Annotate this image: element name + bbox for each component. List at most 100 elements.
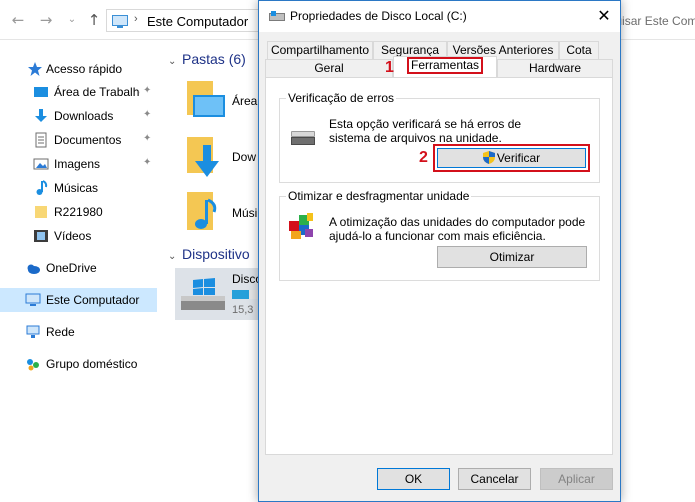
sidebar-item-label: Imagens	[54, 157, 101, 171]
sidebar-item-desktop[interactable]: Área de Trabalho ✦	[0, 81, 157, 103]
tab-sharing[interactable]: Compartilhamento	[267, 41, 373, 59]
dialog-title: Propriedades de Disco Local (C:)	[290, 9, 467, 23]
cancel-button-label: Cancelar	[470, 472, 519, 486]
download-icon	[35, 109, 47, 122]
star-icon	[28, 62, 42, 76]
folder-label: Músi	[232, 206, 258, 220]
sidebar-item-label: Grupo doméstico	[46, 357, 138, 371]
tab-hardware[interactable]: Hardware	[497, 59, 613, 77]
hard-drive-icon	[291, 131, 315, 145]
error-check-description-line1: Esta opção verificará se há erros de	[329, 117, 522, 131]
devices-group-header[interactable]: ⌄ Dispositivo	[168, 246, 250, 262]
close-icon[interactable]: ✕	[592, 5, 616, 27]
up-arrow-icon[interactable]: ↑	[86, 12, 102, 28]
computer-icon	[25, 293, 41, 306]
document-icon	[35, 132, 47, 148]
step-2-annotation: 2	[419, 149, 428, 166]
uac-shield-icon	[482, 151, 495, 164]
computer-icon	[112, 15, 128, 28]
chevron-down-icon: ⌄	[168, 251, 177, 262]
step-1-annotation: 1	[385, 59, 394, 76]
ok-button[interactable]: OK	[377, 468, 450, 490]
tab-label: Versões Anteriores	[452, 43, 554, 57]
downloads-folder-icon	[187, 137, 219, 177]
cloud-icon	[27, 264, 40, 274]
folder-icon	[35, 206, 47, 218]
tab-tools[interactable]: Ferramentas	[393, 56, 497, 77]
optimize-button[interactable]: Otimizar	[437, 246, 587, 268]
search-placeholder: Pesquisar Este Computador	[610, 14, 695, 28]
defrag-icon	[289, 213, 313, 239]
disk-properties-dialog: Propriedades de Disco Local (C:) ✕ Compa…	[258, 0, 621, 502]
chevron-down-icon: ⌄	[168, 56, 177, 67]
tab-general[interactable]: Geral	[265, 59, 393, 77]
network-icon	[26, 325, 40, 338]
cancel-button[interactable]: Cancelar	[458, 468, 531, 490]
folder-label: Área	[232, 94, 258, 108]
pin-icon[interactable]: ✦	[143, 157, 151, 168]
address-field[interactable]: › Este Computador	[106, 9, 266, 32]
sidebar-item-label: Rede	[46, 325, 75, 339]
path-separator-icon[interactable]: ›	[134, 13, 138, 25]
group-title: Pastas (6)	[182, 51, 246, 67]
drive-icon	[269, 11, 285, 23]
recent-locations-chevron-icon[interactable]: ⌄	[64, 12, 80, 28]
pin-icon[interactable]: ✦	[143, 133, 151, 144]
apply-button[interactable]: Aplicar	[540, 468, 613, 490]
dialog-title-bar[interactable]: Propriedades de Disco Local (C:) ✕	[259, 1, 620, 32]
back-arrow-icon[interactable]: ←	[10, 12, 26, 28]
sidebar-item-label: OneDrive	[46, 261, 97, 275]
sidebar-item-label: Músicas	[54, 181, 99, 195]
tab-label: Hardware	[528, 61, 582, 75]
windows-drive-icon	[181, 278, 225, 310]
apply-button-label: Aplicar	[558, 472, 595, 486]
sidebar-item-images[interactable]: Imagens ✦	[0, 153, 157, 175]
music-icon	[36, 180, 48, 195]
tab-quota[interactable]: Cota	[559, 41, 599, 59]
search-input[interactable]: Pesquisar Este Computador	[610, 14, 695, 28]
pin-icon[interactable]: ✦	[143, 85, 151, 96]
optimize-legend: Otimizar e desfragmentar unidade	[286, 189, 472, 203]
folder-music-tile[interactable]	[185, 192, 225, 230]
sidebar-item-r221980[interactable]: R221980	[0, 201, 157, 223]
sidebar-item-label: Este Computador	[46, 293, 140, 307]
sidebar-item-videos[interactable]: Vídeos	[0, 225, 157, 247]
sidebar-item-label: Documentos	[54, 133, 122, 147]
tab-label: Cota	[566, 43, 592, 57]
sidebar-item-documents[interactable]: Documentos ✦	[0, 129, 157, 151]
sidebar-item-downloads[interactable]: Downloads ✦	[0, 105, 157, 127]
sidebar-item-onedrive[interactable]: OneDrive	[0, 257, 157, 279]
sidebar-item-music[interactable]: Músicas	[0, 177, 157, 199]
address-path: Este Computador	[147, 14, 249, 29]
ok-button-label: OK	[404, 472, 423, 486]
folder-downloads-tile[interactable]	[185, 137, 225, 177]
forward-arrow-icon[interactable]: →	[38, 12, 54, 28]
tab-label: Segurança	[380, 43, 440, 57]
sidebar-item-this-pc[interactable]: Este Computador	[0, 288, 157, 312]
error-check-description-line2: sistema de arquivos na unidade.	[329, 131, 502, 145]
sidebar-item-label: Área de Trabalho	[54, 85, 140, 99]
tab-label: Geral	[314, 61, 344, 75]
optimize-button-label: Otimizar	[489, 250, 535, 264]
desktop-folder-icon	[187, 81, 225, 117]
folders-group-header[interactable]: ⌄ Pastas (6)	[168, 51, 246, 67]
verify-button-label: Verificar	[496, 151, 541, 165]
sidebar-item-homegroup[interactable]: Grupo doméstico	[0, 353, 157, 375]
music-folder-icon	[187, 192, 217, 230]
sidebar-item-label: R221980	[54, 205, 103, 219]
homegroup-icon	[27, 359, 39, 371]
folder-label: Dow	[232, 150, 257, 164]
navigation-pane: Acesso rápido Área de Trabalho ✦ Downloa…	[0, 40, 160, 502]
optimize-description-line2: ajudá-lo a funcionar com mais eficiência…	[329, 229, 546, 243]
sidebar-item-quick-access[interactable]: Acesso rápido	[0, 58, 157, 80]
optimize-group: Otimizar e desfragmentar unidade A otimi…	[279, 189, 600, 281]
image-icon	[33, 158, 49, 170]
group-title: Dispositivo	[182, 246, 250, 262]
sidebar-item-label: Acesso rápido	[46, 62, 123, 76]
verify-button[interactable]: Verificar	[437, 148, 586, 168]
sidebar-item-network[interactable]: Rede	[0, 321, 157, 343]
optimize-description-line1: A otimização das unidades do computador …	[329, 215, 586, 229]
folder-desktop-tile[interactable]	[185, 81, 225, 117]
pin-icon[interactable]: ✦	[143, 109, 151, 120]
desktop-icon	[34, 87, 48, 97]
